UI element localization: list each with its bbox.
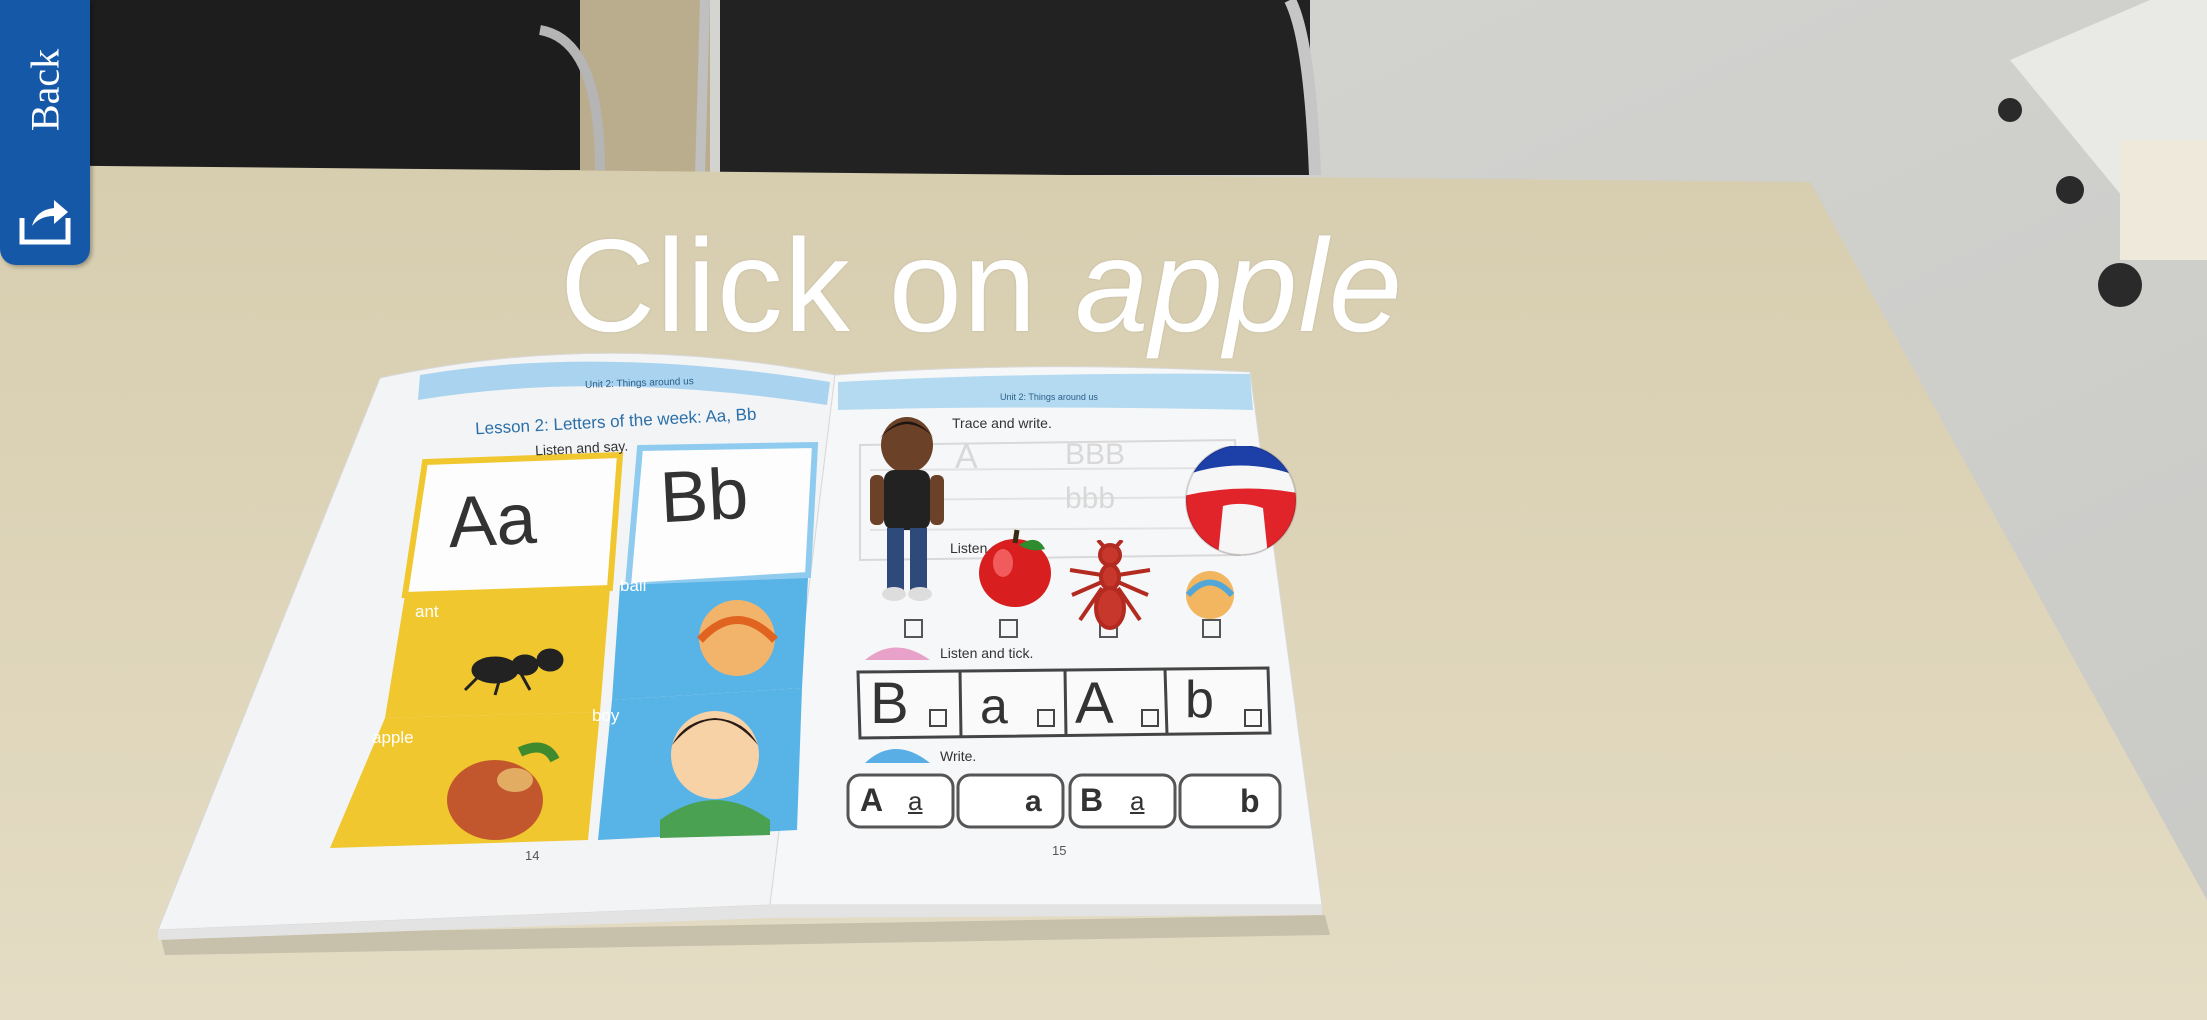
listen-tick-heading: Listen and tick. (940, 645, 1034, 661)
ar-ant[interactable] (1060, 540, 1160, 635)
ar-ball[interactable] (1183, 446, 1303, 556)
instruction-prefix: Click on (560, 212, 1038, 359)
write-heading: Write. (940, 748, 977, 764)
right-unit-header: Unit 2: Things around us (1000, 392, 1098, 402)
back-button-label: Back (22, 48, 68, 132)
word-apple: apple (372, 728, 414, 747)
write-box-1-right: a (908, 786, 923, 816)
letters-aa: Aa (445, 478, 539, 564)
trace-b2: bbb (1065, 482, 1116, 515)
write-box-3-left: B (1080, 782, 1104, 818)
tick-letter-b-lower: b (1185, 671, 1214, 729)
ar-apple[interactable] (975, 525, 1055, 610)
word-ant: ant (415, 602, 439, 621)
write-box-3-right: a (1130, 786, 1145, 816)
chair (720, 0, 1310, 175)
page-number-right: 15 (1052, 843, 1067, 858)
tick-letter-b: B (870, 671, 909, 736)
back-button[interactable]: Back (0, 0, 90, 265)
back-share-icon (19, 200, 71, 245)
write-box-4-right: b (1240, 783, 1260, 819)
tick-letter-a: a (980, 678, 1008, 734)
word-boy: boy (592, 706, 620, 725)
trace-a: A (955, 438, 978, 476)
letters-bb: Bb (657, 453, 751, 539)
chair (60, 0, 580, 170)
page-number-left: 14 (525, 848, 540, 863)
write-box-2-right: a (1025, 785, 1042, 818)
tick-letter-A: A (1075, 671, 1114, 736)
ar-boy-character[interactable] (862, 410, 952, 610)
word-ball: ball (620, 576, 647, 595)
instruction-target: apple (1075, 212, 1404, 359)
instruction-text: Click on apple (560, 210, 1403, 361)
write-box-1-left: A (860, 782, 884, 818)
trace-b1: BBB (1065, 438, 1126, 471)
trace-heading: Trace and write. (952, 415, 1052, 431)
